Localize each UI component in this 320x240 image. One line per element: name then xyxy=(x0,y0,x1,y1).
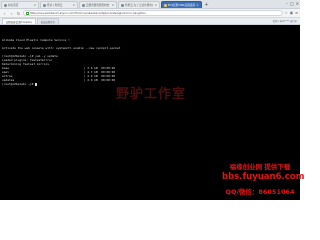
corner-watermark: 福缘创业网 提供下载 bbs.fuyuan6.com QQ/微信：8605106… xyxy=(222,160,305,198)
terminal-cursor xyxy=(35,82,37,86)
reload-icon[interactable]: ↻ xyxy=(16,11,21,16)
session-tab-command[interactable]: 发送远程命令 xyxy=(36,18,60,24)
close-tab-icon[interactable]: × xyxy=(33,3,36,7)
center-watermark: 野驴工作室 xyxy=(116,87,187,102)
browser-tab[interactable]: 阿里云-为了无法计算的价值 × xyxy=(118,1,160,8)
forward-icon[interactable]: › xyxy=(9,11,14,16)
new-tab-button[interactable]: + xyxy=(204,2,210,8)
browser-tab-label: 云服务器管理控制台 xyxy=(86,4,110,7)
favicon-icon xyxy=(43,3,46,7)
lock-icon xyxy=(26,11,29,15)
close-tab-icon[interactable]: × xyxy=(196,3,199,7)
close-tab-icon[interactable]: × xyxy=(72,3,75,7)
session-tab-console[interactable]: 远程连接会话(Console) xyxy=(2,18,36,24)
menu-icon[interactable]: ≡ xyxy=(295,11,298,15)
close-tab-icon[interactable]: × xyxy=(111,3,114,7)
window-controls: – □ × xyxy=(286,1,299,6)
browser-tab[interactable]: 新标签页 × xyxy=(1,1,39,8)
watermark-line: 福缘创业网 提供下载 xyxy=(229,163,291,171)
watermark-line: bbs.fuyuan6.com xyxy=(222,172,305,182)
url-text: https://ecs-workbench.aliyun.com/?from=e… xyxy=(30,11,146,15)
star-icon[interactable]: ☆ xyxy=(285,11,288,15)
favicon-icon xyxy=(4,3,7,7)
instance-status: 实例 i-bp1**** 运行中 xyxy=(272,20,297,23)
browser-tab-active[interactable]: ECS实例-VNC远程连接 × xyxy=(161,1,202,8)
browser-toolbar: ☆ ▣ ≡ xyxy=(285,11,298,15)
browser-tab-label: 新标签页 xyxy=(8,4,19,7)
address-bar: ‹ › ↻ https://ecs-workbench.aliyun.com/?… xyxy=(0,9,300,18)
favicon-icon xyxy=(121,3,124,7)
console-prompt: [root@iZbp1abc ~]# xyxy=(2,82,36,86)
extensions-icon[interactable]: ▣ xyxy=(290,11,293,15)
favicon-icon xyxy=(82,3,85,7)
browser-tab[interactable]: 云服务器管理控制台 × xyxy=(79,1,117,8)
browser-tab-label: 登录 | 阿里云 xyxy=(47,4,63,7)
browser-tab-label: ECS实例-VNC远程连接 xyxy=(168,4,196,7)
maximize-button[interactable]: □ xyxy=(290,1,294,6)
session-tab-bar: 远程连接会话(Console) 发送远程命令 实例 i-bp1**** 运行中 xyxy=(0,18,300,25)
watermark-line: QQ/微信：86051064 xyxy=(225,188,295,196)
minimize-button[interactable]: – xyxy=(286,1,288,6)
favicon-icon xyxy=(164,3,167,7)
url-field[interactable]: https://ecs-workbench.aliyun.com/?from=e… xyxy=(23,10,283,16)
close-window-button[interactable]: × xyxy=(296,1,299,6)
browser-tab-label: 阿里云-为了无法计算的价值 xyxy=(125,4,153,7)
close-tab-icon[interactable]: × xyxy=(154,3,157,7)
browser-tab[interactable]: 登录 | 阿里云 × xyxy=(40,1,78,8)
back-icon[interactable]: ‹ xyxy=(2,11,7,16)
browser-tab-bar: 新标签页 × 登录 | 阿里云 × 云服务器管理控制台 × 阿里云-为了无法计算… xyxy=(0,0,300,9)
